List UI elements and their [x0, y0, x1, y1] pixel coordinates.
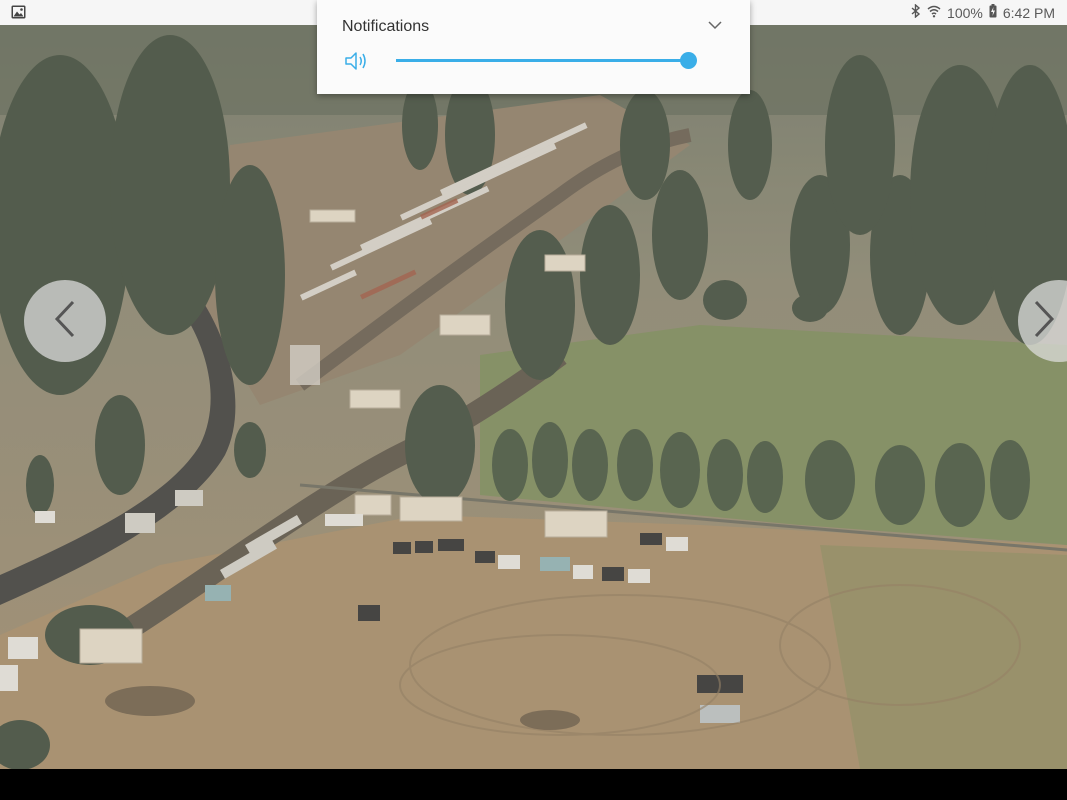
navigation-bar [0, 769, 1067, 800]
chevron-down-icon[interactable] [707, 17, 723, 38]
volume-slider-fill [396, 59, 688, 62]
clock: 6:42 PM [1002, 4, 1055, 21]
speaker-icon[interactable] [344, 50, 370, 77]
bluetooth-icon [911, 3, 921, 21]
battery-percent: 100% [947, 4, 983, 21]
aerial-photo [0, 25, 1067, 769]
volume-panel-title: Notifications [342, 18, 430, 35]
chevron-left-icon [53, 299, 77, 344]
chevron-right-icon [1032, 299, 1056, 344]
volume-slider-thumb[interactable] [680, 52, 697, 69]
gallery-icon [11, 5, 26, 22]
volume-slider[interactable] [396, 52, 697, 69]
wifi-icon [927, 4, 941, 21]
battery-charging-icon [989, 4, 997, 21]
previous-image-button[interactable] [24, 280, 106, 362]
volume-panel: Notifications [317, 0, 750, 94]
